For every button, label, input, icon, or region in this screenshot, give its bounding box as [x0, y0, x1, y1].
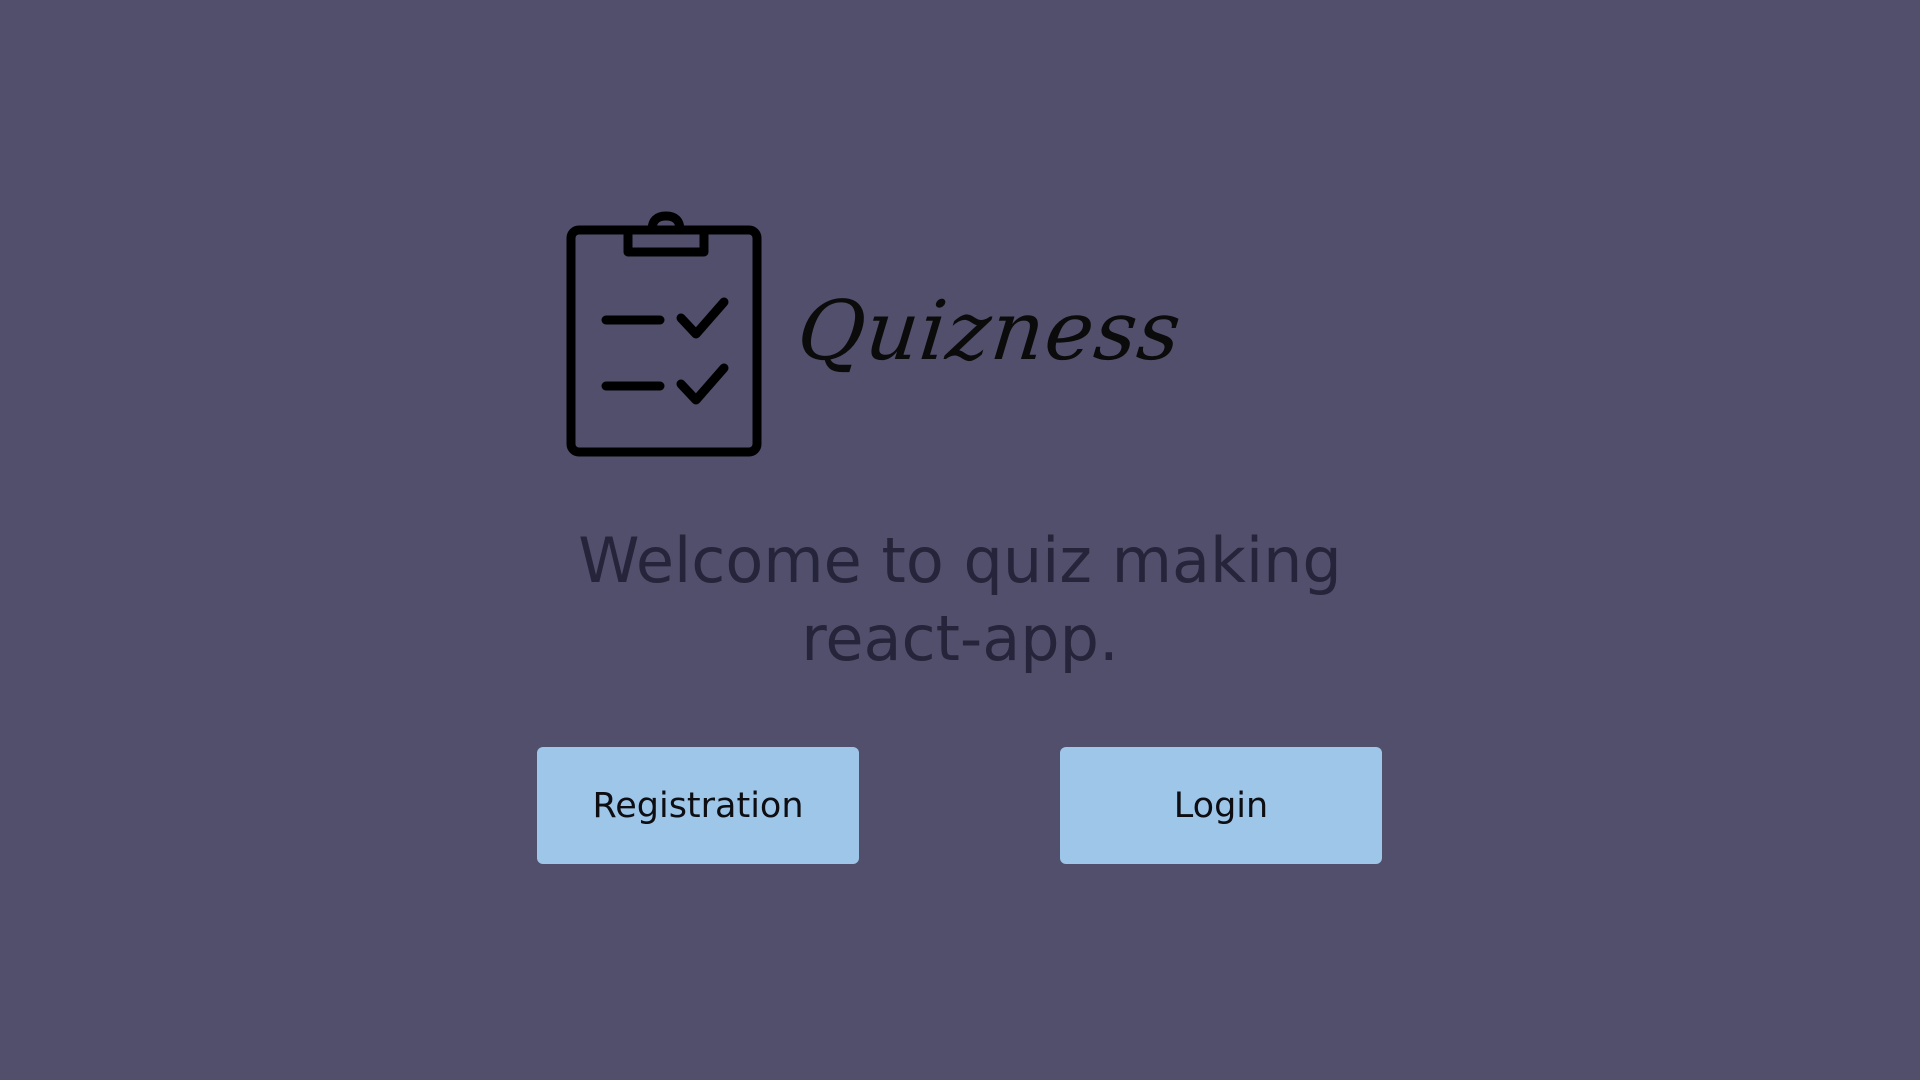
- clipboard-checklist-icon: [566, 210, 764, 460]
- welcome-line-1: Welcome to quiz making: [578, 524, 1342, 597]
- welcome-heading: Welcome to quiz making react-app.: [510, 522, 1410, 678]
- registration-button[interactable]: Registration: [537, 747, 859, 864]
- brand-name: Quizness: [793, 284, 1187, 379]
- welcome-line-2: react-app.: [801, 602, 1119, 675]
- login-button[interactable]: Login: [1060, 747, 1382, 864]
